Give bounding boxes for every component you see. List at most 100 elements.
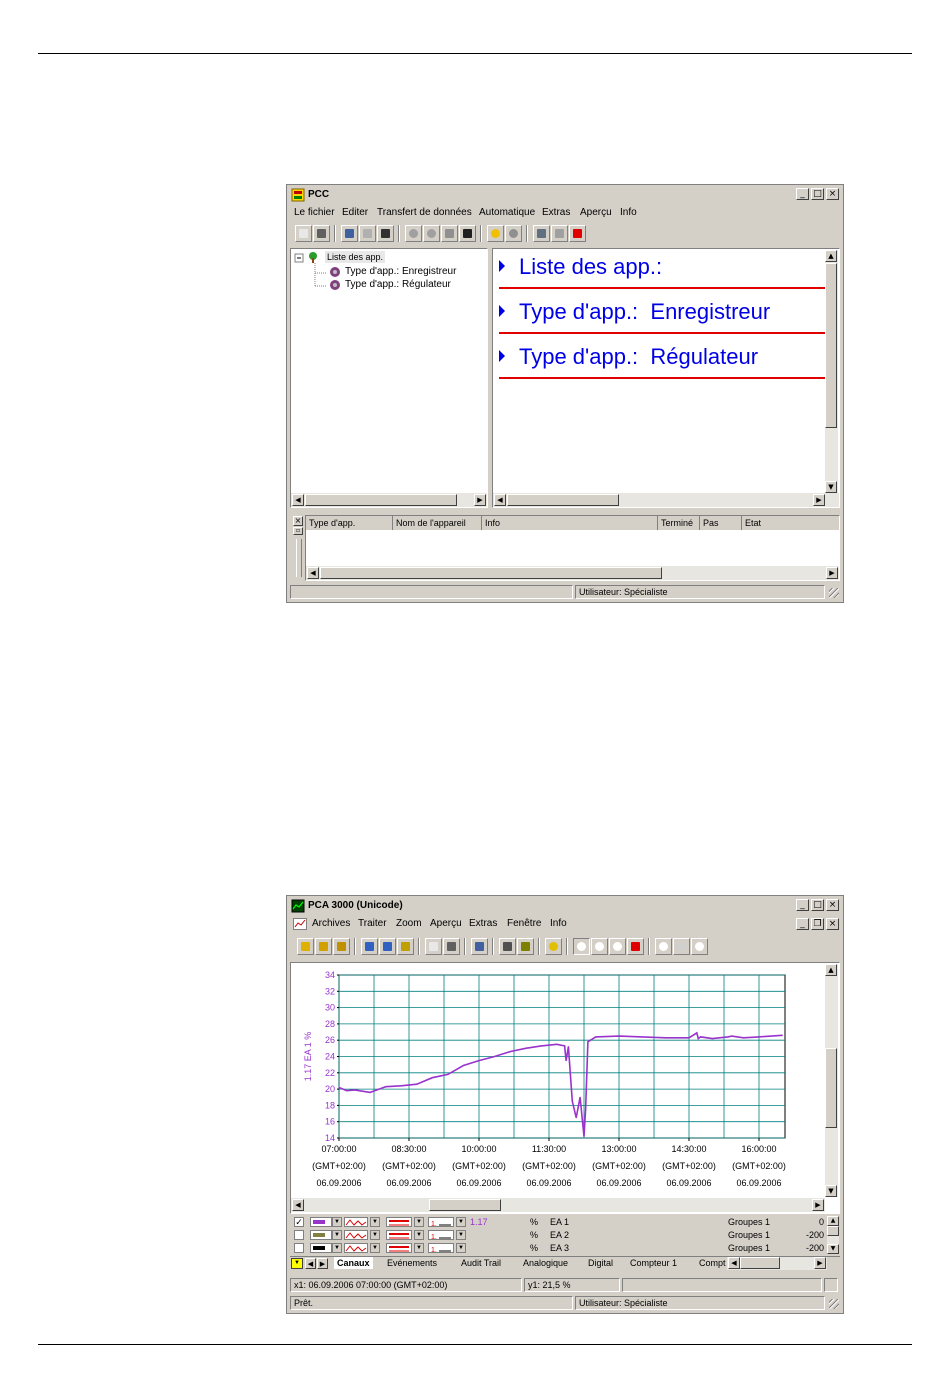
tab-scroll-right-icon[interactable]: ▶ [317, 1258, 328, 1269]
search-icon[interactable] [545, 938, 562, 955]
time-zoom-out-icon[interactable] [691, 938, 708, 955]
chevron-down-icon[interactable]: ▼ [332, 1230, 342, 1240]
settings-icon[interactable] [533, 225, 550, 242]
tree-item-enregistreur[interactable]: Type d'app.: Enregistreur [345, 266, 456, 278]
menu-le-fichier[interactable]: Le fichier [294, 207, 335, 219]
properties-icon[interactable] [471, 938, 488, 955]
channel-row[interactable]: ▼ ▼ ▼ 1. ▼% EA 2 Groupes 1 -200 [294, 1229, 834, 1241]
scroll-up-icon[interactable]: ▲ [825, 964, 837, 976]
tab-evenements[interactable]: Evénements [387, 1257, 437, 1269]
bell-icon[interactable] [551, 225, 568, 242]
line-style-icon[interactable] [344, 1243, 368, 1253]
menu-editer[interactable]: Editer [342, 207, 368, 219]
scroll-thumb[interactable] [429, 1199, 501, 1211]
menu-traiter[interactable]: Traiter [358, 918, 387, 930]
print-icon[interactable] [313, 225, 330, 242]
menu-info[interactable]: Info [620, 207, 637, 219]
tab-audit-trail[interactable]: Audit Trail [461, 1257, 501, 1269]
scroll-thumb[interactable] [507, 494, 619, 506]
axis-assign-icon[interactable]: 1. [428, 1243, 454, 1253]
scroll-down-icon[interactable]: ▼ [827, 1244, 839, 1254]
child-minimize-button[interactable]: _ [796, 918, 809, 930]
menu-info[interactable]: Info [550, 918, 567, 930]
col-type[interactable]: Type d'app. [306, 516, 393, 530]
channel-vscrollbar[interactable]: ▲ ▼ [827, 1216, 839, 1254]
scroll-right-icon[interactable]: ▶ [812, 1199, 824, 1211]
line-width-icon[interactable] [386, 1243, 412, 1253]
line-width-icon[interactable] [386, 1217, 412, 1227]
save-icon[interactable] [333, 938, 350, 955]
menu-apercu[interactable]: Aperçu [580, 207, 612, 219]
scroll-left-icon[interactable]: ◀ [728, 1257, 740, 1269]
overview-hscrollbar[interactable]: ◀ ▶ [493, 493, 839, 507]
overview-row-liste[interactable]: Liste des app.: [499, 254, 662, 280]
table-icon[interactable] [499, 938, 516, 955]
col-termine[interactable]: Terminé [658, 516, 700, 530]
line-style-icon[interactable] [344, 1230, 368, 1240]
chevron-down-icon[interactable]: ▼ [370, 1230, 380, 1240]
axis-assign-icon[interactable]: 1. [428, 1217, 454, 1227]
pin-panel-icon[interactable]: ▫ [293, 527, 303, 535]
transfer-out-icon[interactable] [423, 225, 440, 242]
menu-automatique[interactable]: Automatique [479, 207, 535, 219]
cursor-lines-icon[interactable] [627, 938, 644, 955]
stop-icon[interactable] [505, 225, 522, 242]
scroll-left-icon[interactable]: ◀ [292, 1199, 304, 1211]
clock-icon[interactable] [487, 225, 504, 242]
close-panel-icon[interactable]: × [293, 516, 303, 526]
menu-zoom[interactable]: Zoom [396, 918, 422, 930]
scroll-down-icon[interactable]: ▼ [825, 1185, 837, 1197]
resize-grip-icon[interactable] [829, 1299, 839, 1309]
child-restore-button[interactable]: ❐ [811, 918, 824, 930]
binoculars-icon[interactable] [459, 225, 476, 242]
scroll-right-icon[interactable]: ▶ [813, 494, 825, 506]
link-icon[interactable] [397, 938, 414, 955]
close-button[interactable]: × [826, 188, 839, 200]
new-icon[interactable] [295, 225, 312, 242]
chevron-down-icon[interactable]: ▼ [370, 1217, 380, 1227]
channel-color-swatch[interactable] [310, 1230, 332, 1240]
col-info[interactable]: Info [482, 516, 658, 530]
scroll-up-icon[interactable]: ▲ [827, 1216, 839, 1226]
chevron-down-icon[interactable]: ▼ [414, 1230, 424, 1240]
chevron-down-icon[interactable]: ▼ [332, 1243, 342, 1253]
tab-menu-button[interactable]: ▼ [291, 1258, 303, 1269]
time-zoom-in-icon[interactable] [673, 938, 690, 955]
channel-visible-checkbox[interactable] [294, 1243, 304, 1253]
properties-icon[interactable] [341, 225, 358, 242]
scroll-thumb[interactable] [825, 263, 837, 428]
col-nom[interactable]: Nom de l'appareil [393, 516, 482, 530]
child-close-button[interactable]: × [826, 918, 839, 930]
channel-row[interactable]: ✓ ▼ ▼ ▼ 1. ▼ 1.17% EA 1 Groupes 1 0 [294, 1216, 834, 1228]
menu-archives[interactable]: Archives [312, 918, 350, 930]
print-icon[interactable] [443, 938, 460, 955]
chevron-down-icon[interactable]: ▼ [456, 1217, 466, 1227]
maximize-button[interactable]: □ [811, 899, 824, 911]
panel-grip[interactable] [296, 539, 302, 577]
scroll-right-icon[interactable]: ▶ [826, 567, 838, 579]
scroll-thumb[interactable] [827, 1226, 839, 1236]
scroll-left-icon[interactable]: ◀ [494, 494, 506, 506]
minimize-button[interactable]: _ [796, 899, 809, 911]
tab-scroll-left-icon[interactable]: ◀ [305, 1258, 316, 1269]
chart-hscrollbar[interactable]: ◀ ▶ [291, 1198, 825, 1212]
scroll-thumb[interactable] [320, 567, 662, 579]
delete-icon[interactable] [359, 225, 376, 242]
tree-root-label[interactable]: Liste des app. [325, 251, 386, 263]
tools-icon[interactable] [517, 938, 534, 955]
tab-canaux[interactable]: Canaux [334, 1257, 373, 1269]
menu-extras[interactable]: Extras [469, 918, 497, 930]
refresh-icon[interactable] [441, 225, 458, 242]
zoom-reset-icon[interactable] [591, 938, 608, 955]
tree-hscrollbar[interactable]: ◀ ▶ [291, 493, 487, 507]
channel-visible-checkbox[interactable]: ✓ [294, 1217, 304, 1227]
list-hscrollbar[interactable]: ◀ ▶ [306, 566, 839, 580]
open-archive-icon[interactable] [315, 938, 332, 955]
chevron-down-icon[interactable]: ▼ [414, 1243, 424, 1253]
chevron-down-icon[interactable]: ▼ [332, 1217, 342, 1227]
menu-transfert[interactable]: Transfert de données [377, 207, 472, 219]
line-style-icon[interactable] [344, 1217, 368, 1227]
open-folder-icon[interactable] [297, 938, 314, 955]
transfer-in-icon[interactable] [405, 225, 422, 242]
chart-vscrollbar[interactable]: ▲ ▼ [825, 964, 838, 1197]
